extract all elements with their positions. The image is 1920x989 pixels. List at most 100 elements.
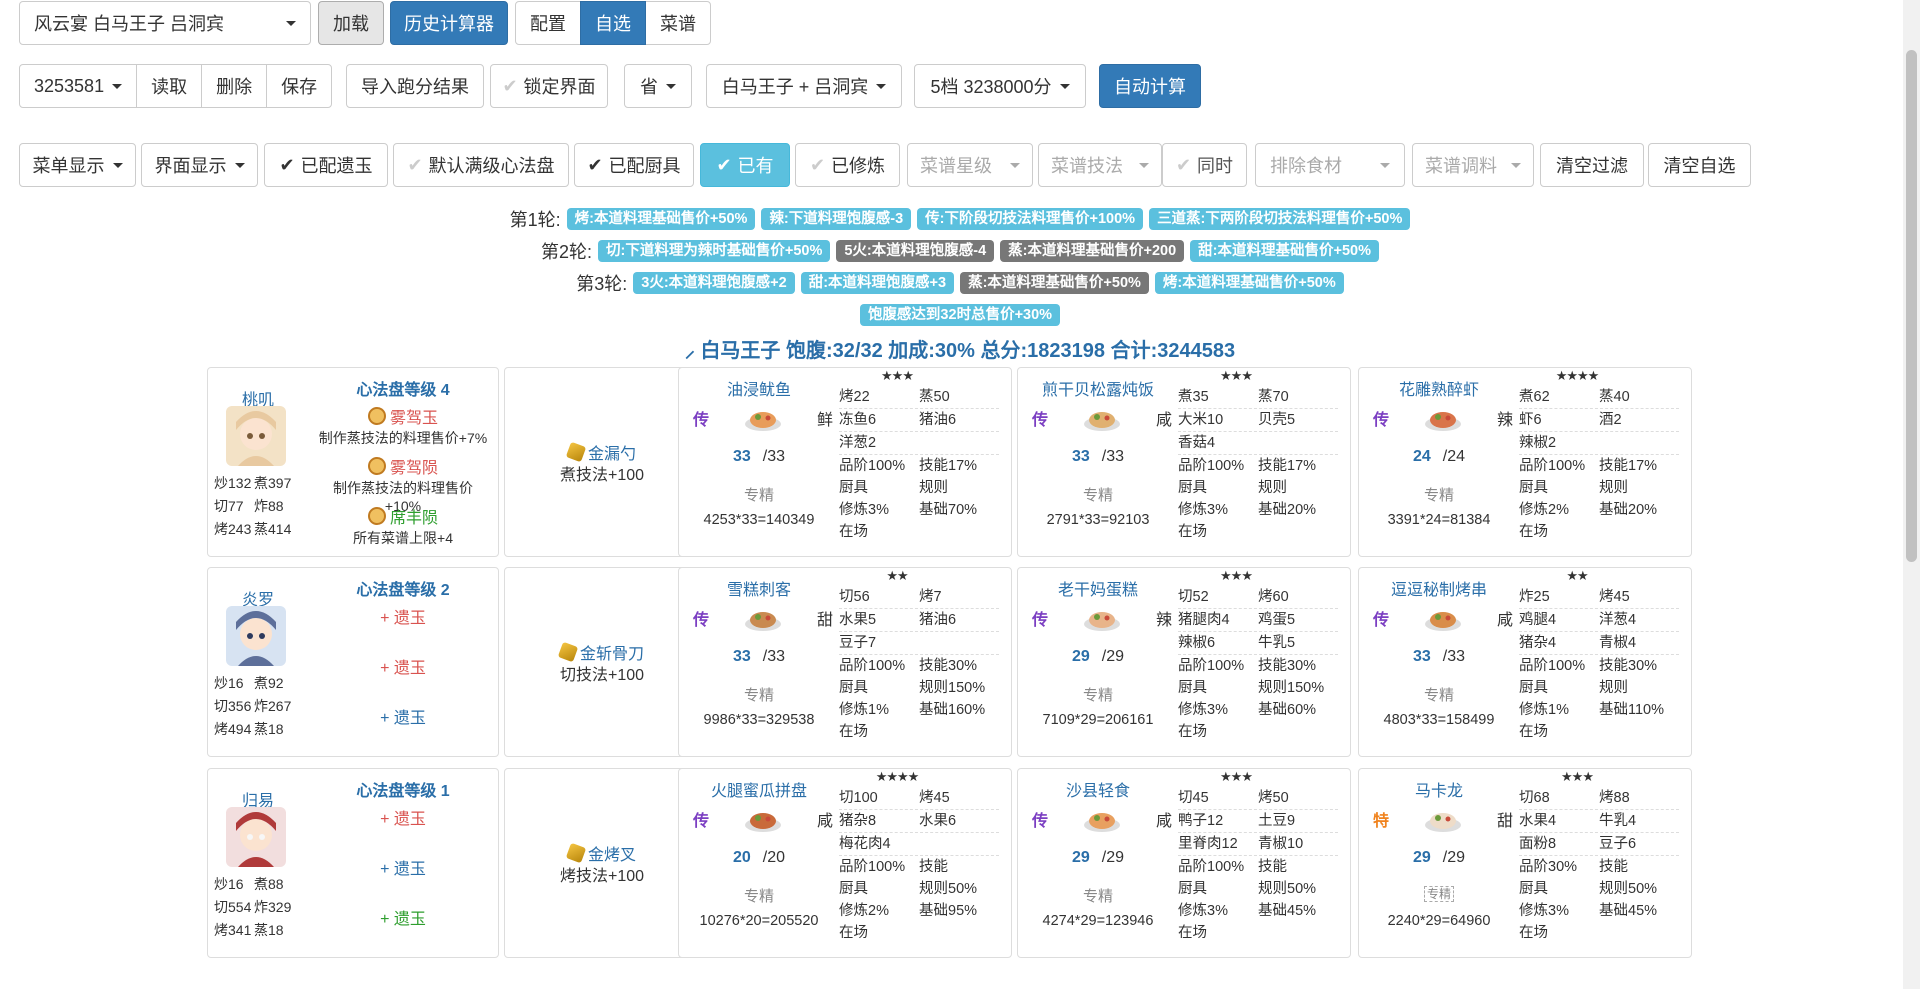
amber-name: + 遗玉 [380,861,426,878]
round-label: 第1轮: [509,210,561,230]
has-equip-label: 已配厨具 [608,156,681,176]
amber-slot[interactable]: + 遗玉 [318,805,488,829]
recipe-quantity[interactable]: 29 /29 [1038,648,1158,666]
amber-slot[interactable]: + 遗玉 [318,905,488,929]
recipe-score: 4803*33=158499 [1383,712,1495,728]
owned-toggle[interactable]: ✔ 已有 [700,143,790,187]
mastery-label[interactable]: 专精 [1359,885,1519,902]
slot-select[interactable]: 3253581 [19,64,138,108]
equip-card[interactable]: 金漏勺 煮技法+100 [504,367,698,557]
read-button[interactable]: 读取 [136,64,203,108]
mastery-label[interactable]: 专精 [1359,684,1519,705]
mastery-label[interactable]: 专精 [1018,885,1178,906]
recipe-card[interactable]: 油浸鱿鱼 ★★★ 传 鲜 33 /33 专精 4253*33=140349 烤2… [678,367,1012,557]
recipe-card[interactable]: 马卡龙 ★★★ 特 甜 29 /29 专精 2240*29=64960 切68 烤… [1358,768,1692,958]
mastery-label[interactable]: 专精 [1018,484,1178,505]
rule-select[interactable]: 风云宴 白马王子 吕洞宾 [19,1,311,45]
round-effect-tag: 烤:本道料理基础售价+50% [1154,272,1344,294]
recipe-quantity[interactable]: 33 /33 [699,448,819,466]
chef-card[interactable]: 炎罗 炒16 煮92 切356 炸267 烤494 蒸18 心法盘等级 2 + 遗玉 +… [207,567,499,757]
recipe-detail-grid: 切68 烤88 水果4 牛乳4 面粉8 豆子6 品阶30% 技能 厨具 规则50% 修炼3% 基础45… [1519,787,1679,944]
recipe-score: 2791*33=92103 [1046,512,1150,528]
recipe-quantity[interactable]: 24 /24 [1379,448,1499,466]
guest-select[interactable]: 白马王子 + 吕洞宾 [706,64,902,108]
load-button[interactable]: 加载 [318,1,384,45]
amber-icon [367,457,386,475]
trained-toggle[interactable]: ✔ 已修炼 [795,143,900,187]
recipe-score: 7109*29=206161 [1042,712,1154,728]
tab-config[interactable]: 配置 [515,1,581,45]
amber-slot[interactable]: 雾驾玉 [318,404,488,428]
skill-label: 菜谱技法 [1051,156,1123,176]
same-time-toggle[interactable]: ✔ 同时 [1162,143,1247,187]
delete-button[interactable]: 删除 [201,64,268,108]
auto-calculate-button[interactable]: 自动计算 [1099,64,1201,108]
mastery-label[interactable]: 专精 [679,885,839,906]
recipe-card[interactable]: 雪糕刺客 ★★ 传 甜 33 /33 专精 9986*33=329538 切56… [678,567,1012,757]
mastery-label[interactable]: 专精 [1018,684,1178,705]
grade-select[interactable]: 5档 3238000分 [914,64,1086,108]
guest-value: 白马王子 + 吕洞宾 [721,77,869,97]
equip-card[interactable]: 金斩骨刀 切技法+100 [504,567,698,757]
equip-desc: 煮技法+100 [559,467,645,484]
amber-slot[interactable]: + 遗玉 [318,604,488,628]
tab-recipes[interactable]: 菜谱 [645,1,711,45]
import-results-button[interactable]: 导入跑分结果 [346,64,484,108]
amber-slot[interactable]: + 遗玉 [318,704,488,728]
recipe-quantity[interactable]: 29 /29 [1038,849,1158,867]
recipe-card[interactable]: 煎干贝松露炖饭 ★★★ 传 咸 33 /33 专精 2791*33=92103 … [1017,367,1351,557]
recipe-quantity[interactable]: 33 /33 [699,648,819,666]
default-disc-label: 默认满级心法盘 [428,156,555,176]
recipe-card[interactable]: 老干妈蛋糕 ★★★ 传 辣 29 /29 专精 7109*29=206161 切… [1017,567,1351,757]
ui-display-label: 界面显示 [154,156,227,176]
has-amber-toggle[interactable]: ✔ 已配遗玉 [264,143,388,187]
default-disc-toggle[interactable]: ✔ 默认满级心法盘 [393,143,569,187]
save-button[interactable]: 保存 [266,64,333,108]
amber-slot[interactable]: 雾驾陨 [318,454,488,478]
round-label: 第3轮: [576,274,628,294]
amber-desc: 所有菜谱上限+4 [353,530,453,546]
exclude-ingredient-filter[interactable]: 排除食材 [1255,143,1405,187]
recipe-card[interactable]: 花雕熟醉虾 ★★★★ 传 辣 24 /24 专精 3391*24=81384 煮… [1358,367,1692,557]
recipe-quantity[interactable]: 20 /20 [699,849,819,867]
condiment-label: 菜谱调料 [1425,156,1497,176]
menu-display-dropdown[interactable]: 菜单显示 [19,143,136,187]
recipe-stars: ★★★★ [1555,368,1600,383]
disc-level: 心法盘等级 1 [356,783,450,800]
round-effect-tag: 5火:本道料理饱腹感-4 [836,240,995,262]
recipe-meta: 传 甜 [693,604,833,632]
history-calculator-button[interactable]: 历史计算器 [390,1,508,45]
equip-card[interactable]: 金烤叉 烤技法+100 [504,768,698,958]
recipe-quantity[interactable]: 29 /29 [1379,849,1499,867]
rarity-filter[interactable]: 菜谱星级 [907,143,1033,187]
mastery-label[interactable]: 专精 [679,484,839,505]
amber-slot[interactable]: + 遗玉 [318,855,488,879]
clear-filter-button[interactable]: 清空过滤 [1540,143,1644,187]
recipe-quantity[interactable]: 33 /33 [1038,448,1158,466]
recipe-card[interactable]: 逗逗秘制烤串 ★★ 传 咸 33 /33 专精 4803*33=158499 炸… [1358,567,1692,757]
condiment-filter[interactable]: 菜谱调料 [1412,143,1534,187]
province-select[interactable]: 省 [624,64,692,108]
recipe-meta: 特 甜 [1373,805,1513,833]
scrollbar-thumb[interactable] [1906,50,1917,562]
ui-display-dropdown[interactable]: 界面显示 [141,143,258,187]
lock-ui-toggle[interactable]: ✔ 锁定界面 [490,64,608,108]
recipe-card[interactable]: 火腿蜜瓜拼盘 ★★★★ 传 咸 20 /20 专精 10276*20=20552… [678,768,1012,958]
mastery-label[interactable]: 专精 [1359,484,1519,505]
amber-slot[interactable]: 席丰陨 [318,504,488,528]
chef-card[interactable]: 归易 炒16 煮88 切554 炸329 烤341 蒸18 心法盘等级 1 + 遗玉 +… [207,768,499,958]
menu-display-label: 菜单显示 [32,156,105,176]
recipe-quantity[interactable]: 33 /33 [1379,648,1499,666]
tab-custom[interactable]: 自选 [580,1,646,45]
has-equip-toggle[interactable]: ✔ 已配厨具 [574,143,694,187]
skill-filter[interactable]: 菜谱技法 [1038,143,1162,187]
recipe-card[interactable]: 沙县轻食 ★★★ 传 咸 29 /29 专精 4274*29=123946 切4… [1017,768,1351,958]
round-row: 第3轮: 3火:本道料理饱腹感+2 甜:本道料理饱腹感+3 蒸:本道料理基础售价+50… [0,270,1920,296]
check-icon: ✔ [809,154,826,175]
amber-name: + 遗玉 [380,660,426,677]
recipe-stars: ★★★★ [875,769,920,784]
mastery-label[interactable]: 专精 [679,684,839,705]
amber-slot[interactable]: + 遗玉 [318,654,488,678]
chef-card[interactable]: 桃叽 炒132 煮397 切77 炸88 烤243 蒸414 心法盘等级 4 雾驾玉制… [207,367,499,557]
clear-custom-button[interactable]: 清空自选 [1648,143,1751,187]
